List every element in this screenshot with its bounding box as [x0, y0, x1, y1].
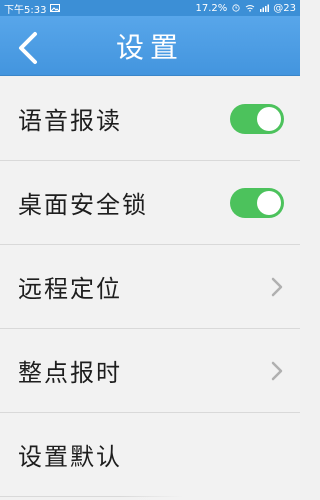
page-title: 设置 [115, 30, 184, 64]
status-left: 下午5:33 [4, 1, 61, 16]
desktop-lock-toggle[interactable] [230, 187, 284, 218]
alarm-icon [232, 4, 240, 12]
settings-row-desktop-lock[interactable]: 桌面安全锁 [0, 161, 300, 245]
settings-row-hourly-chime[interactable]: 整点报时 [0, 329, 300, 413]
back-button[interactable] [10, 30, 46, 66]
signal-icon [260, 4, 270, 12]
toggle-knob [257, 106, 281, 131]
wifi-icon [245, 5, 255, 12]
image-icon [50, 4, 61, 12]
chevron-right-icon [271, 361, 283, 380]
chevron-left-icon [19, 32, 37, 64]
app-bar: 设置 [0, 16, 300, 76]
status-carrier: @23 [273, 2, 296, 14]
status-right: 17.2% @23 [195, 3, 296, 14]
settings-row-label: 语音报读 [18, 107, 122, 135]
toggle-knob [257, 190, 281, 215]
settings-row-label: 桌面安全锁 [18, 191, 148, 219]
settings-row-label: 整点报时 [18, 359, 122, 387]
status-bar: 下午5:33 17.2% @23 [0, 0, 300, 16]
voice-readout-toggle[interactable] [230, 103, 284, 134]
settings-row-voice-readout[interactable]: 语音报读 [0, 77, 300, 161]
chevron-right-icon [271, 277, 283, 296]
settings-row-label: 远程定位 [18, 275, 122, 303]
fade-overlay [120, 430, 300, 500]
status-time: 下午5:33 [4, 4, 47, 16]
settings-row-label: 设置默认 [18, 443, 122, 471]
settings-row-remote-locate[interactable]: 远程定位 [0, 245, 300, 329]
battery-percent: 17.2% [195, 2, 228, 14]
